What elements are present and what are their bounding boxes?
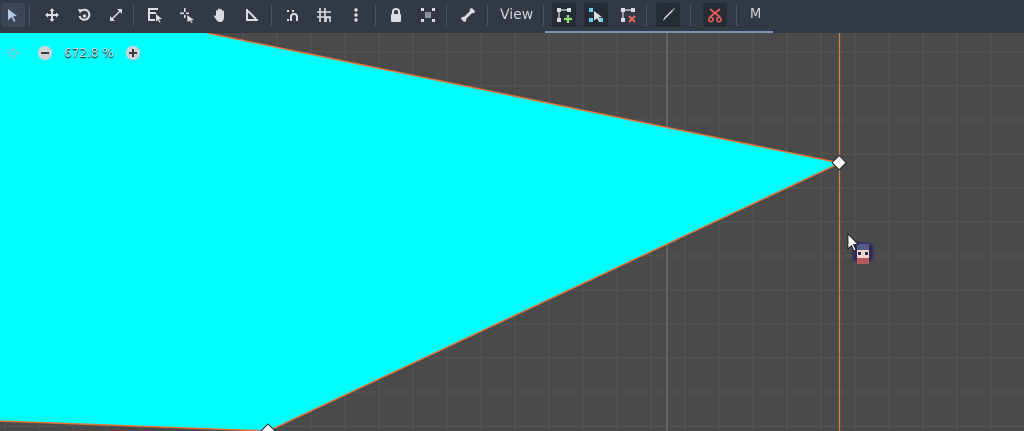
group-button[interactable] <box>416 3 440 27</box>
rotate-icon <box>78 8 91 21</box>
pivot-icon <box>180 8 194 23</box>
toolbar: View M <box>0 0 1024 33</box>
grid-snap-icon <box>317 8 331 22</box>
select-tool[interactable] <box>1 3 25 27</box>
toolbar-separator <box>543 4 544 26</box>
list-select-tool[interactable] <box>143 3 167 27</box>
smart-snap-icon <box>287 10 298 21</box>
group-icon <box>421 8 435 22</box>
canvas-svg <box>0 33 1024 431</box>
ruler-tool[interactable] <box>240 3 264 27</box>
vertical-dots-icon <box>354 8 358 22</box>
pivot-tool[interactable] <box>175 3 199 27</box>
grid-snap-toggle[interactable] <box>312 3 336 27</box>
ruler-icon <box>246 9 258 21</box>
snap-options-menu[interactable] <box>344 3 368 27</box>
plus-circle-icon <box>126 46 140 60</box>
toolbar-separator <box>271 4 272 26</box>
zoom-in-button[interactable] <box>124 44 142 62</box>
lock-button[interactable] <box>384 3 408 27</box>
toolbar-separator <box>646 4 647 26</box>
polygon-vertex-handle[interactable] <box>831 154 847 171</box>
smart-snap-toggle[interactable] <box>281 3 305 27</box>
scale-icon <box>110 9 122 21</box>
paint-tool[interactable] <box>656 3 680 27</box>
canvas-viewport[interactable]: 672.8 % <box>0 33 1024 431</box>
bone-button[interactable] <box>456 3 480 27</box>
minus-circle-icon <box>38 46 52 60</box>
pencil-icon <box>663 8 675 21</box>
delete-points-tool[interactable] <box>616 3 640 27</box>
rotate-tool[interactable] <box>72 3 96 27</box>
editor-window: View M 672.8 % <box>0 0 1024 431</box>
character-sprite[interactable] <box>852 242 874 264</box>
toolbar-separator <box>375 4 376 26</box>
toolbar-separator <box>487 4 488 26</box>
m-button[interactable]: M <box>746 3 765 27</box>
hand-icon <box>213 8 224 22</box>
pan-tool[interactable] <box>208 3 232 27</box>
delete-points-icon <box>621 8 636 23</box>
create-points-icon <box>557 8 572 23</box>
zoom-out-button[interactable] <box>36 44 54 62</box>
lock-icon <box>391 7 401 22</box>
edit-points-icon <box>589 8 603 22</box>
toolbar-separator <box>690 4 691 26</box>
scale-tool[interactable] <box>104 3 128 27</box>
polygon-shape[interactable] <box>0 33 840 431</box>
edit-points-tool[interactable] <box>584 3 608 27</box>
toolbar-separator <box>29 4 30 26</box>
move-arrows-icon <box>45 8 59 22</box>
zoom-level-label[interactable]: 672.8 % <box>63 46 115 60</box>
toolbar-separator <box>736 4 737 26</box>
list-select-icon <box>148 8 162 23</box>
zoom-controls: 672.8 % <box>4 42 142 64</box>
scissors-icon <box>707 8 723 23</box>
crosshair-icon[interactable] <box>4 44 22 62</box>
view-menu[interactable]: View <box>496 3 537 27</box>
bone-icon <box>461 8 475 22</box>
move-tool[interactable] <box>40 3 64 27</box>
arrow-cursor-icon <box>8 9 17 22</box>
create-points-tool[interactable] <box>552 3 576 27</box>
toolbar-separator <box>133 4 134 26</box>
cut-tool[interactable] <box>703 3 727 27</box>
toolbar-separator <box>446 4 447 26</box>
